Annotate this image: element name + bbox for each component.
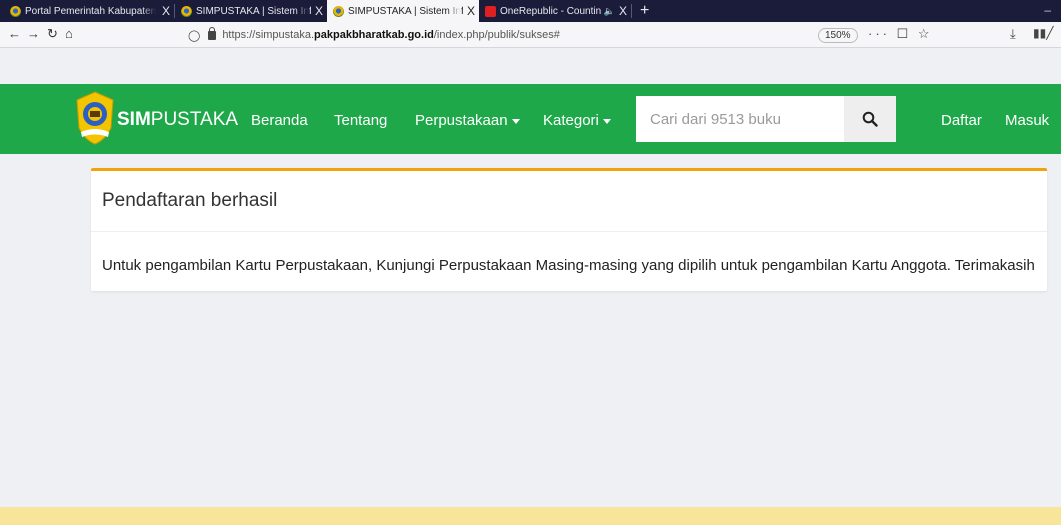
tab-simpustaka-1[interactable]: SIMPUSTAKA | Sistem Informasi X [175, 0, 327, 22]
tab-title: SIMPUSTAKA | Sistem Informasi [196, 5, 311, 17]
download-icon[interactable]: ⤓ [1010, 26, 1016, 42]
tab-close-icon[interactable]: X [467, 4, 475, 18]
shield-icon[interactable]: ◯ [188, 29, 200, 42]
library-icon[interactable]: ▮▮╱ [1033, 26, 1053, 40]
site-favicon-icon [10, 5, 21, 17]
site-header: SIMPUSTAKA Beranda Tentang Perpustakaan … [0, 84, 1061, 154]
tab-onerepublic[interactable]: OneRepublic - Counting Sta 🔈 X [479, 0, 631, 22]
panel-divider [91, 231, 1047, 232]
search-icon [862, 111, 878, 127]
tab-close-icon[interactable]: X [619, 4, 627, 18]
search-input[interactable] [636, 96, 844, 142]
forward-arrow-icon[interactable]: → [27, 26, 40, 41]
site-brand[interactable]: SIMPUSTAKA [117, 109, 238, 131]
nav-daftar[interactable]: Daftar [941, 112, 982, 129]
browser-window: Portal Pemerintah Kabupaten Pa X SIMPUST… [0, 0, 1061, 507]
new-tab-button[interactable]: + [632, 0, 657, 22]
youtube-favicon-icon [485, 5, 496, 17]
speaker-icon[interactable]: 🔈 [604, 6, 615, 17]
tab-simpustaka-active[interactable]: SIMPUSTAKA | Sistem Informasi X [327, 0, 479, 22]
tab-close-icon[interactable]: X [162, 4, 170, 18]
minimize-icon[interactable]: – [1044, 3, 1051, 17]
nav-perpustakaan[interactable]: Perpustakaan [415, 112, 520, 129]
site-favicon-icon [181, 5, 192, 17]
success-panel: Pendaftaran berhasil Untuk pengambilan K… [91, 168, 1047, 291]
site-favicon-icon [333, 5, 344, 17]
back-arrow-icon[interactable]: ← [8, 26, 21, 41]
tab-close-icon[interactable]: X [315, 4, 323, 18]
tab-title: OneRepublic - Counting Sta [500, 5, 601, 17]
caret-down-icon [602, 118, 611, 124]
nav-kategori[interactable]: Kategori [543, 112, 611, 129]
url-text[interactable]: https://simpustaka.pakpakbharatkab.go.id… [222, 29, 560, 41]
nav-masuk[interactable]: Masuk [1005, 112, 1049, 129]
tab-title: Portal Pemerintah Kabupaten Pa [25, 5, 158, 17]
tab-portal-pemerintah[interactable]: Portal Pemerintah Kabupaten Pa X [4, 0, 174, 22]
kabupaten-emblem-icon[interactable] [75, 90, 115, 146]
panel-title: Pendaftaran berhasil [102, 190, 278, 211]
navigation-toolbar: ← → ↻ ⌂ ◯ https://simpustaka.pakpakbhara… [0, 22, 1061, 48]
page-actions-icons[interactable]: ··· ☐ ☆ [868, 26, 933, 42]
tab-strip: Portal Pemerintah Kabupaten Pa X SIMPUST… [0, 0, 1061, 22]
nav-beranda[interactable]: Beranda [251, 112, 308, 129]
nav-tentang[interactable]: Tentang [334, 112, 387, 129]
lock-icon[interactable] [208, 26, 217, 40]
reload-icon[interactable]: ↻ [47, 26, 58, 42]
panel-message: Untuk pengambilan Kartu Perpustakaan, Ku… [102, 257, 1035, 274]
tab-title: SIMPUSTAKA | Sistem Informasi [348, 5, 463, 17]
caret-down-icon [511, 118, 520, 124]
zoom-level-badge[interactable]: 150% [818, 28, 858, 43]
home-icon[interactable]: ⌂ [65, 26, 73, 41]
search-button[interactable] [844, 96, 896, 142]
